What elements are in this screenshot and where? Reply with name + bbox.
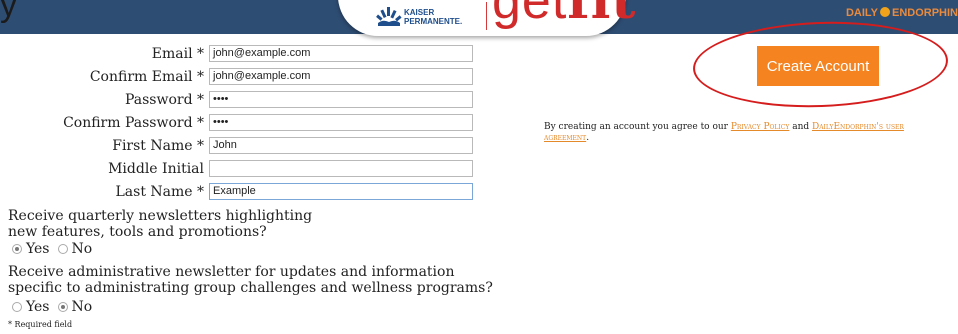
newsletter-question-1: Receive quarterly newsletters highlighti…	[8, 208, 313, 240]
password-label: Password *	[124, 92, 204, 108]
newsletter-question-2: Receive administrative newsletter for up…	[8, 264, 493, 296]
brand-left-text: DAILY	[845, 7, 878, 19]
confirm-email-label: Confirm Email *	[89, 69, 204, 85]
q2-no-label: No	[71, 299, 93, 315]
q1-yes-label: Yes	[26, 241, 50, 257]
sun-icon	[879, 7, 890, 17]
getfit-logo: getfit	[492, 0, 637, 31]
logo-tab: KAISER PERMANENTE. getfit	[338, 0, 635, 36]
password-field[interactable]: ••••	[209, 91, 473, 108]
daily-endorphin-logo[interactable]: DAILY ENDORPHIN	[846, 7, 958, 19]
first-name-field[interactable]: John	[209, 137, 473, 154]
q1-yes-radio[interactable]	[12, 244, 22, 254]
last-name-field[interactable]: Example	[209, 183, 473, 200]
partner-name: KAISER PERMANENTE.	[404, 8, 463, 26]
email-label: Email *	[151, 46, 204, 62]
confirm-email-field[interactable]: john@example.com	[209, 68, 473, 85]
brand-right-text: ENDORPHIN	[891, 7, 958, 19]
banner-partial-text: y	[0, 0, 17, 24]
last-name-label: Last Name *	[115, 184, 204, 200]
logo-divider	[486, 2, 487, 30]
confirm-password-field[interactable]: ••••	[209, 114, 473, 131]
required-field-note: * Required field	[8, 320, 73, 329]
q1-no-radio[interactable]	[57, 244, 68, 254]
first-name-label: First Name *	[112, 138, 204, 154]
confirm-password-label: Confirm Password *	[63, 115, 204, 131]
kaiser-permanente-icon	[376, 7, 402, 26]
q2-no-radio[interactable]	[57, 302, 68, 312]
email-field[interactable]: john@example.com	[209, 45, 473, 62]
middle-initial-field[interactable]	[209, 160, 473, 177]
newsletter-2-options: Yes No	[12, 299, 92, 315]
q2-yes-radio[interactable]	[12, 302, 22, 312]
create-account-button[interactable]: Create Account	[757, 46, 879, 86]
privacy-policy-link[interactable]: Privacy Policy	[731, 122, 790, 132]
q2-yes-label: Yes	[26, 299, 50, 315]
agreement-text: By creating an account you agree to our …	[544, 122, 904, 143]
middle-initial-label: Middle Initial	[108, 161, 204, 177]
q1-no-label: No	[71, 241, 93, 257]
newsletter-1-options: Yes No	[12, 241, 92, 257]
